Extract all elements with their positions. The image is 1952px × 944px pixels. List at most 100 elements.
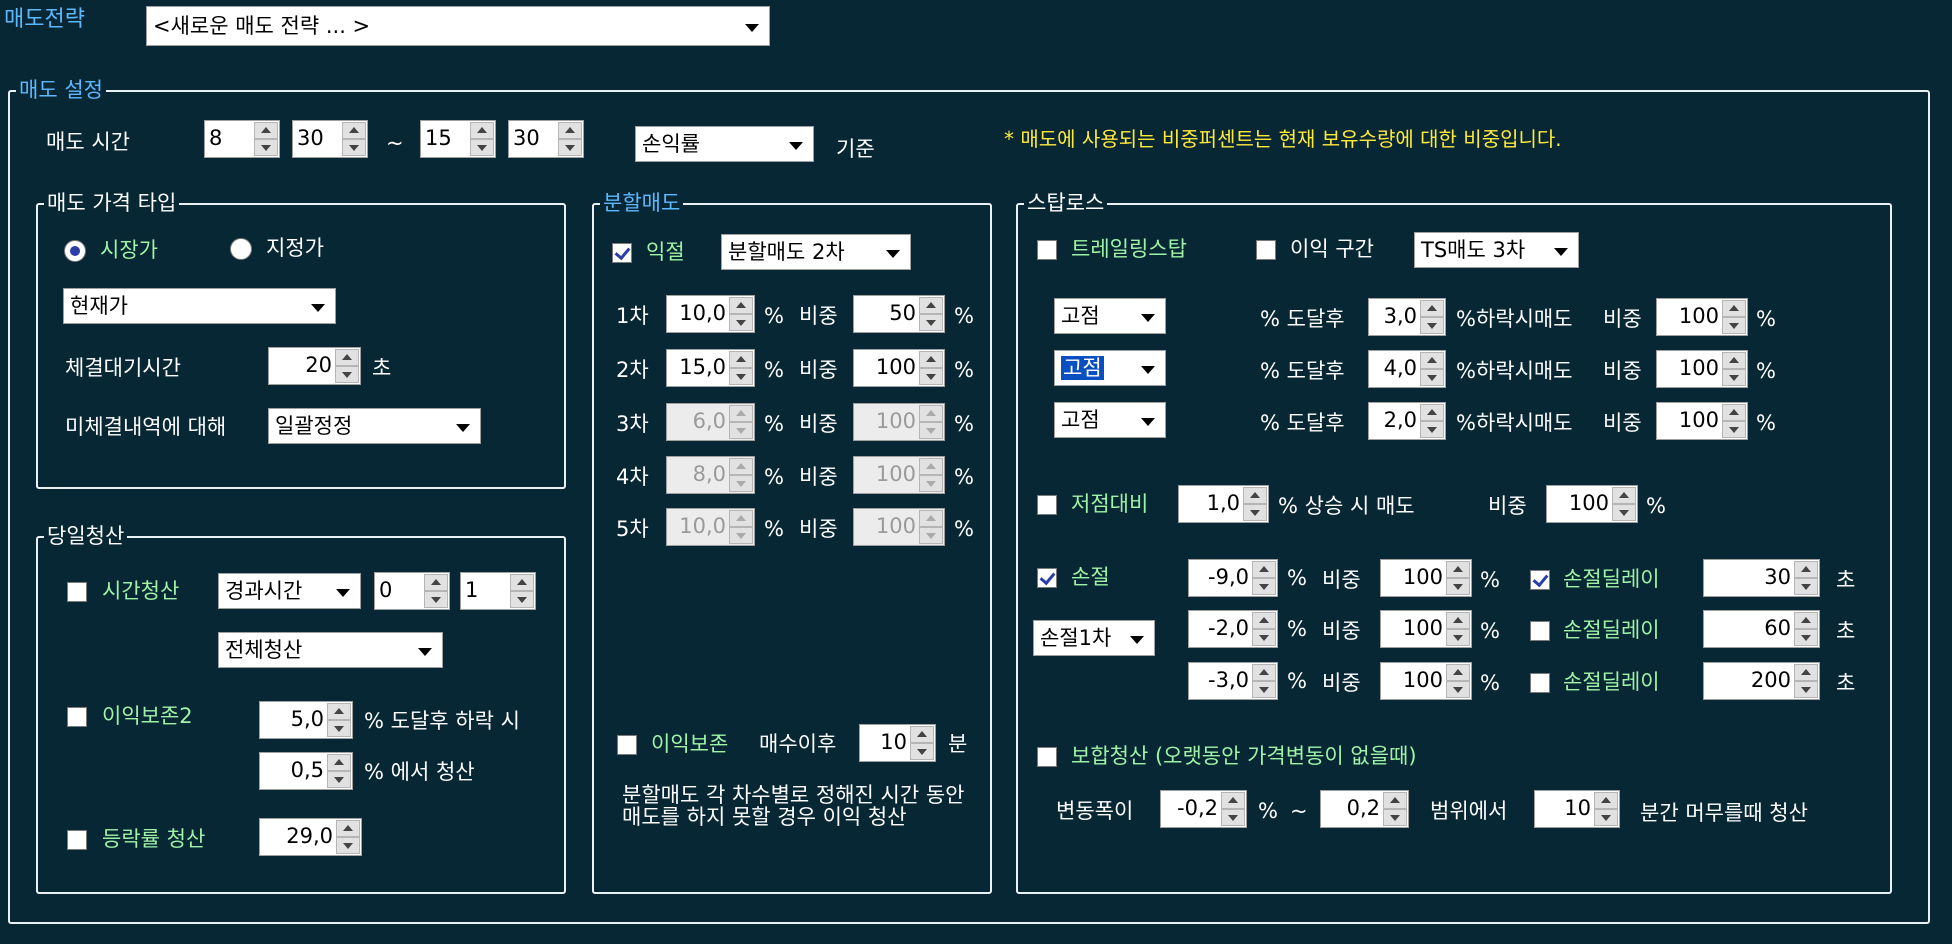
ts-weight-spinner[interactable]: 100: [1656, 350, 1748, 388]
spin-down-icon[interactable]: [1446, 629, 1470, 646]
unfilled-combo[interactable]: 일괄정정: [268, 408, 481, 444]
spin-down-icon[interactable]: [729, 314, 753, 331]
spin-up-icon[interactable]: [729, 351, 753, 368]
spin-down-icon[interactable]: [1794, 681, 1818, 698]
spin-up-icon[interactable]: [1446, 561, 1470, 578]
loss-delay-checkbox[interactable]: [1530, 621, 1550, 641]
elapsed-time-combo[interactable]: 경과시간: [218, 573, 361, 609]
ts-weight-spinner[interactable]: 100: [1656, 298, 1748, 336]
ts-weight-spinner[interactable]: 100: [1656, 402, 1748, 440]
spin-up-icon[interactable]: [919, 458, 943, 475]
spin-up-icon[interactable]: [470, 122, 494, 139]
loss-delay-checkbox[interactable]: [1530, 570, 1550, 590]
spin-up-icon[interactable]: [919, 405, 943, 422]
all-clear-combo[interactable]: 전체청산: [218, 632, 443, 668]
rise-clear-checkbox[interactable]: [67, 830, 87, 850]
trailing-stop-checkbox[interactable]: [1037, 240, 1057, 260]
loss-weight-spinner[interactable]: 100: [1380, 610, 1472, 648]
spin-up-icon[interactable]: [1794, 561, 1818, 578]
spin-down-icon[interactable]: [1794, 578, 1818, 595]
spin-up-icon[interactable]: [336, 820, 360, 837]
spin-up-icon[interactable]: [510, 574, 534, 591]
spin-down-icon[interactable]: [1243, 504, 1267, 521]
spin-up-icon[interactable]: [729, 405, 753, 422]
spin-down-icon[interactable]: [729, 368, 753, 385]
spin-down-icon[interactable]: [342, 139, 366, 156]
time-a-spinner[interactable]: 0: [374, 572, 450, 610]
spin-down-icon[interactable]: [1420, 421, 1444, 438]
split-weight-spinner[interactable]: 100: [853, 349, 945, 387]
spin-up-icon[interactable]: [254, 122, 278, 139]
spin-down-icon[interactable]: [1383, 809, 1407, 826]
rise-spinner[interactable]: 29,0: [259, 818, 362, 856]
low-weight-spinner[interactable]: 100: [1546, 485, 1638, 523]
ts-value-spinner[interactable]: 2,0: [1368, 402, 1446, 440]
ts-mode-combo[interactable]: 고점: [1054, 402, 1166, 438]
loss-delay-spinner[interactable]: 200: [1703, 662, 1820, 700]
spin-down-icon[interactable]: [327, 720, 351, 737]
split-weight-spinner[interactable]: 100: [853, 508, 945, 546]
wait-time-spinner[interactable]: 20: [268, 347, 361, 385]
range-min-spinner[interactable]: -0,2: [1160, 790, 1247, 828]
spin-down-icon[interactable]: [558, 139, 582, 156]
split-value-spinner[interactable]: 6,0: [666, 403, 755, 441]
spin-up-icon[interactable]: [919, 297, 943, 314]
profit-range-checkbox[interactable]: [1256, 240, 1276, 260]
loss-delay-checkbox[interactable]: [1530, 673, 1550, 693]
spin-down-icon[interactable]: [335, 366, 359, 383]
profit-take-checkbox[interactable]: [612, 243, 632, 263]
spin-down-icon[interactable]: [1594, 809, 1618, 826]
spin-up-icon[interactable]: [327, 703, 351, 720]
loss-value-spinner[interactable]: -3,0: [1188, 662, 1278, 700]
hold-clear-checkbox[interactable]: [1037, 747, 1057, 767]
start-hour-spinner[interactable]: 8: [204, 120, 280, 158]
spin-up-icon[interactable]: [1722, 404, 1746, 421]
low-point-checkbox[interactable]: [1037, 495, 1057, 515]
time-clear-checkbox[interactable]: [67, 582, 87, 602]
stoploss-combo[interactable]: 손절1차: [1033, 620, 1155, 656]
spin-up-icon[interactable]: [1221, 792, 1245, 809]
spin-up-icon[interactable]: [910, 726, 934, 743]
spin-down-icon[interactable]: [729, 475, 753, 492]
spin-up-icon[interactable]: [342, 122, 366, 139]
spin-down-icon[interactable]: [254, 139, 278, 156]
spin-up-icon[interactable]: [1594, 792, 1618, 809]
low-point-spinner[interactable]: 1,0: [1178, 485, 1269, 523]
spin-up-icon[interactable]: [1722, 352, 1746, 369]
spin-down-icon[interactable]: [1252, 578, 1276, 595]
end-hour-spinner[interactable]: 15: [420, 120, 496, 158]
range-max-spinner[interactable]: 0,2: [1320, 790, 1409, 828]
spin-down-icon[interactable]: [1722, 369, 1746, 386]
spin-up-icon[interactable]: [1722, 300, 1746, 317]
profit-keep2-checkbox[interactable]: [67, 707, 87, 727]
spin-down-icon[interactable]: [1420, 369, 1444, 386]
split-sell-combo[interactable]: 분할매도 2차: [721, 234, 911, 270]
spin-down-icon[interactable]: [1794, 629, 1818, 646]
spin-up-icon[interactable]: [729, 458, 753, 475]
split-value-spinner[interactable]: 15,0: [666, 349, 755, 387]
loss-delay-spinner[interactable]: 60: [1703, 610, 1820, 648]
loss-delay-spinner[interactable]: 30: [1703, 559, 1820, 597]
spin-up-icon[interactable]: [919, 510, 943, 527]
reach-spinner[interactable]: 5,0: [259, 701, 353, 739]
spin-down-icon[interactable]: [1252, 681, 1276, 698]
strategy-combo[interactable]: <새로운 매도 전략 ... >: [146, 6, 770, 46]
spin-down-icon[interactable]: [910, 743, 934, 760]
spin-up-icon[interactable]: [919, 351, 943, 368]
spin-up-icon[interactable]: [1420, 352, 1444, 369]
spin-up-icon[interactable]: [729, 297, 753, 314]
spin-down-icon[interactable]: [919, 527, 943, 544]
spin-down-icon[interactable]: [1446, 578, 1470, 595]
end-minute-spinner[interactable]: 30: [508, 120, 584, 158]
spin-up-icon[interactable]: [1383, 792, 1407, 809]
ts-mode-combo[interactable]: 고점: [1054, 298, 1166, 334]
spin-up-icon[interactable]: [1252, 664, 1276, 681]
spin-down-icon[interactable]: [1612, 504, 1636, 521]
ts-value-spinner[interactable]: 3,0: [1368, 298, 1446, 336]
time-b-spinner[interactable]: 1: [460, 572, 536, 610]
split-value-spinner[interactable]: 10,0: [666, 508, 755, 546]
spin-up-icon[interactable]: [424, 574, 448, 591]
split-weight-spinner[interactable]: 50: [853, 295, 945, 333]
spin-up-icon[interactable]: [1794, 612, 1818, 629]
spin-down-icon[interactable]: [729, 422, 753, 439]
